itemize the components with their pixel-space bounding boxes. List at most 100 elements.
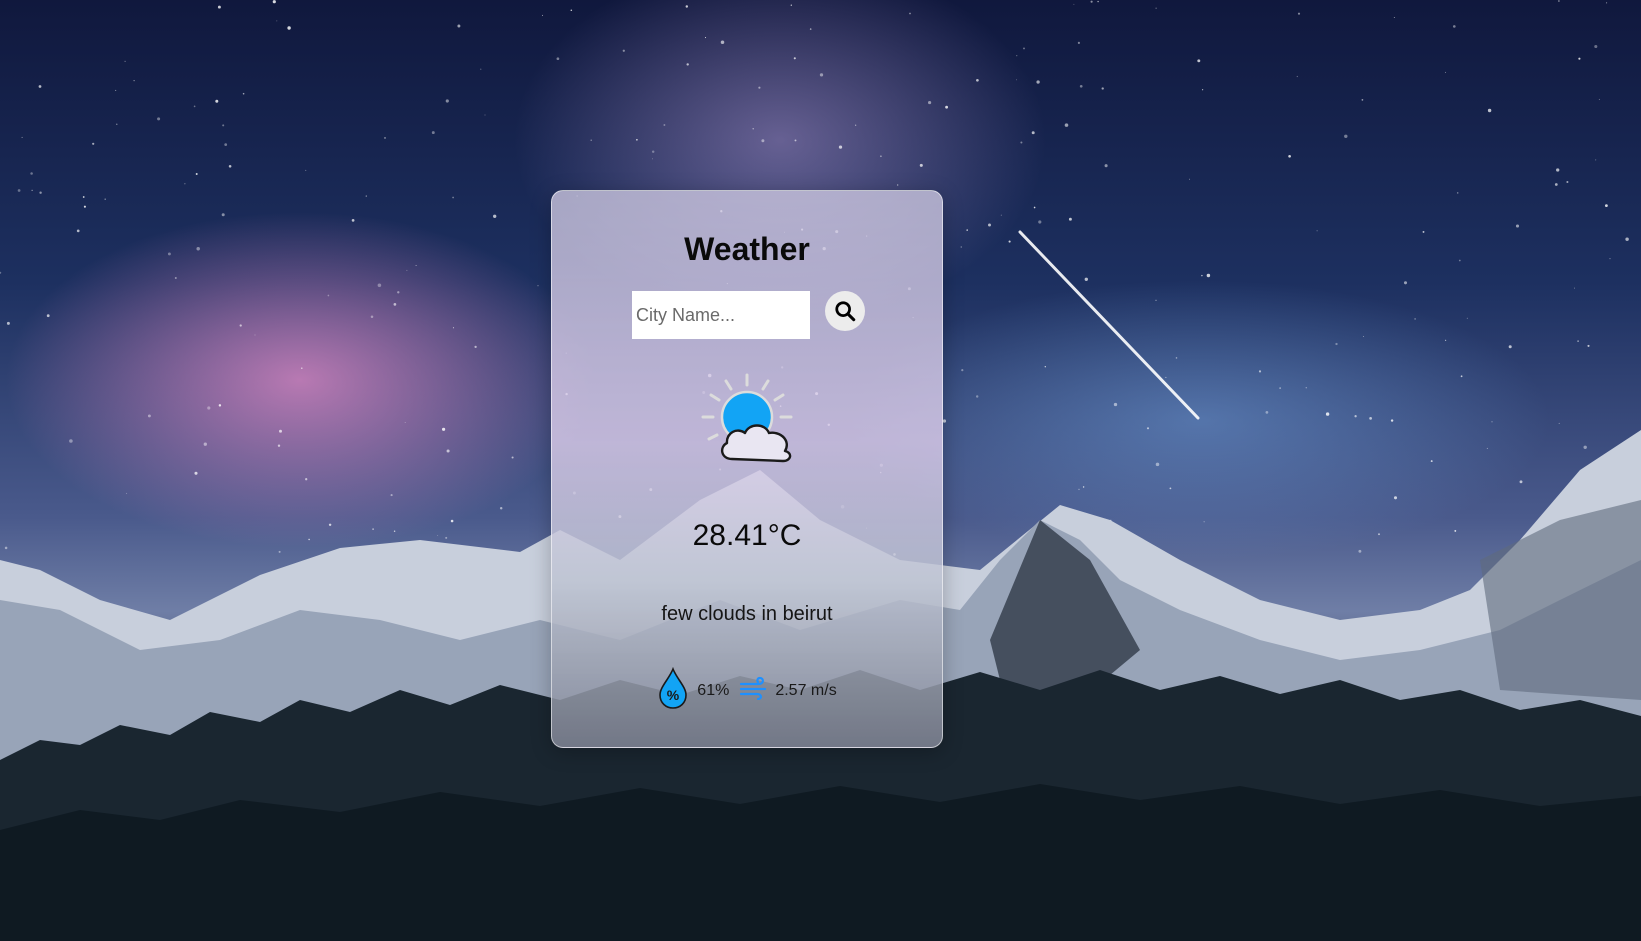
star	[511, 456, 514, 459]
star	[39, 191, 42, 194]
star	[685, 5, 689, 8]
star	[484, 114, 486, 116]
star	[1595, 159, 1597, 161]
star	[1097, 0, 1099, 3]
star	[393, 303, 397, 306]
star	[1325, 412, 1330, 416]
star	[21, 136, 23, 138]
star	[1265, 411, 1269, 414]
star	[124, 60, 126, 63]
star	[704, 37, 707, 39]
star	[1606, 2, 1608, 4]
star	[499, 507, 503, 510]
star	[203, 442, 207, 446]
star	[1104, 164, 1108, 168]
star	[928, 101, 932, 105]
star	[83, 205, 86, 208]
star	[215, 99, 219, 103]
star	[222, 124, 225, 127]
star	[758, 86, 761, 89]
star	[1288, 154, 1291, 158]
star	[365, 195, 367, 197]
star	[537, 285, 539, 287]
star	[31, 189, 33, 191]
star	[1583, 445, 1587, 449]
star	[393, 530, 396, 533]
star	[351, 219, 355, 222]
star	[1090, 0, 1093, 3]
partly-cloudy-icon	[699, 371, 799, 471]
star	[17, 189, 21, 192]
star	[431, 131, 435, 135]
star	[988, 223, 991, 227]
star	[442, 427, 446, 431]
star	[636, 138, 638, 141]
star	[1466, 317, 1468, 319]
star	[1369, 417, 1372, 420]
star	[167, 252, 171, 256]
star	[1354, 415, 1357, 418]
star	[92, 142, 95, 145]
star	[1031, 131, 1035, 135]
star	[686, 63, 689, 66]
star	[1165, 376, 1167, 378]
star	[390, 494, 393, 497]
star	[1155, 7, 1157, 9]
star	[1202, 89, 1204, 91]
star	[1155, 299, 1157, 301]
star	[254, 334, 256, 336]
star	[1414, 318, 1416, 320]
star	[404, 421, 406, 424]
weather-description: few clouds in beirut	[661, 603, 833, 625]
star	[308, 538, 310, 541]
star	[452, 327, 455, 329]
wind-icon	[739, 676, 769, 705]
star	[942, 419, 947, 423]
star	[897, 184, 899, 186]
star	[278, 550, 281, 553]
star	[1073, 3, 1075, 5]
star	[1574, 287, 1575, 289]
star	[1422, 230, 1425, 233]
star	[1146, 427, 1150, 430]
wind-value: 2.57 m/s	[775, 681, 837, 699]
star	[1578, 57, 1581, 60]
temperature-value: 28.41°C	[692, 519, 802, 552]
star	[242, 92, 245, 95]
star	[1556, 168, 1560, 172]
star	[590, 139, 592, 142]
star	[69, 439, 73, 443]
city-search-input[interactable]	[632, 291, 810, 339]
svg-text:%: %	[667, 687, 680, 703]
star	[1078, 488, 1080, 491]
star	[651, 150, 655, 153]
star	[327, 294, 330, 297]
star	[1197, 59, 1201, 63]
star	[1430, 460, 1433, 463]
star	[945, 105, 948, 109]
star	[1361, 99, 1364, 101]
star	[415, 264, 417, 267]
star	[1515, 224, 1520, 228]
star	[855, 124, 857, 126]
star	[1362, 335, 1364, 337]
star	[1079, 84, 1083, 88]
star	[193, 105, 196, 108]
star	[1594, 44, 1598, 49]
humidity-value: 61%	[697, 681, 730, 699]
star	[1175, 357, 1178, 359]
star	[445, 99, 449, 103]
star	[1454, 529, 1457, 532]
search-button[interactable]	[825, 291, 865, 331]
star	[793, 57, 796, 60]
star	[761, 139, 765, 143]
star	[1558, 422, 1560, 424]
star	[279, 429, 282, 433]
star	[480, 68, 482, 70]
star	[217, 5, 221, 9]
star	[445, 536, 448, 539]
star	[218, 404, 222, 407]
star	[474, 345, 477, 349]
star	[752, 128, 754, 130]
star	[1206, 273, 1211, 278]
